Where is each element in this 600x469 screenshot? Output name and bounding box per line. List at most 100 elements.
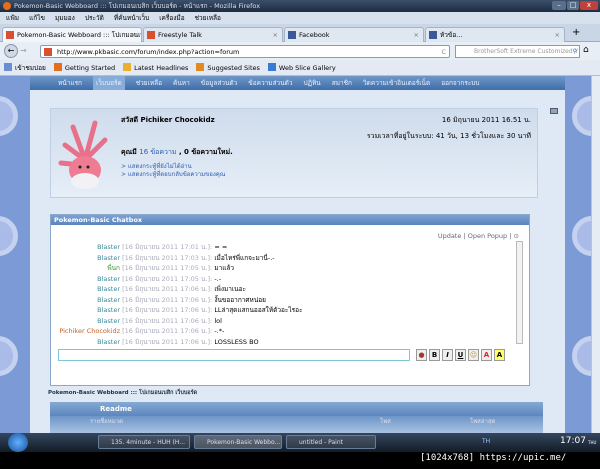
tab-freestyle[interactable]: Freestyle Talk × <box>143 27 283 42</box>
nav-logout[interactable]: ออกจากระบบ <box>441 76 479 90</box>
bookmark-web-slice-gallery[interactable]: Web Slice Gallery <box>268 60 336 75</box>
task-firefox[interactable]: Pokemon-Basic Webbo... <box>194 435 282 449</box>
minimize-button[interactable]: – <box>552 1 566 10</box>
chat-scrollbar[interactable] <box>516 241 523 344</box>
bookmarks-toolbar: เข้าชมบ่อย Getting Started Latest Headli… <box>0 60 600 76</box>
font-color-button[interactable]: A <box>481 349 492 361</box>
separator: | <box>509 232 512 240</box>
settings-icon[interactable]: ⊙ <box>514 232 519 240</box>
home-button[interactable]: ⌂ <box>583 45 589 55</box>
chat-username[interactable]: Blaster <box>55 274 120 284</box>
forum-breadcrumb[interactable]: Pokemon-Basic Webboard ::: โปเกมอนเบสิก … <box>48 389 197 397</box>
readme-section-header: Readme <box>50 402 543 416</box>
search-icon[interactable]: ⚲ <box>573 46 577 58</box>
reload-icon[interactable]: C <box>441 46 446 58</box>
bold-button[interactable]: B <box>429 349 440 361</box>
task-paint[interactable]: untitled - Paint <box>286 435 376 449</box>
welcome-panel: สวัสดี Pichiker Chocokidz 16 มิถุนายน 20… <box>50 108 538 198</box>
chat-message: Pichiker Chocokidz [16 มิถุนายน 2011 17:… <box>55 326 224 336</box>
col-last-post: โพสล่าสุด <box>470 418 496 425</box>
chat-timestamp: [16 มิถุนายน 2011 17:06 น.]: <box>122 337 213 346</box>
facebook-icon <box>288 31 296 39</box>
menu-view[interactable]: มุมมอง <box>55 12 75 24</box>
tab-facebook[interactable]: Facebook × <box>284 27 424 42</box>
highlight-button[interactable]: A <box>494 349 505 361</box>
update-link[interactable]: Update <box>438 232 462 240</box>
taskbar: 135. 4minute - HUH (H... Pokemon-Basic W… <box>0 433 600 452</box>
nav-webboard[interactable]: เว็บบอร์ด <box>93 76 125 90</box>
underline-button[interactable]: U <box>455 349 466 361</box>
nav-connection[interactable]: วิดความเข้าอินเตอร์เน็ต <box>363 76 430 90</box>
facebook-icon <box>429 31 437 39</box>
menu-edit[interactable]: แก้ไข <box>29 12 45 24</box>
nav-profile[interactable]: ข้อมูลส่วนตัว <box>201 76 238 90</box>
menu-history[interactable]: ประวัติ <box>85 12 104 24</box>
menu-bookmarks[interactable]: ที่คั่นหน้าเว็บ <box>114 12 149 24</box>
nav-help[interactable]: ช่วยเหลือ <box>136 76 162 90</box>
bookmark-getting-started[interactable]: Getting Started <box>54 60 115 75</box>
corsola-avatar <box>58 120 108 189</box>
menu-file[interactable]: แฟ้ม <box>6 12 19 24</box>
close-tab-icon[interactable]: × <box>414 28 419 42</box>
pokeball-decoration <box>572 336 591 376</box>
nav-search[interactable]: ค้นหา <box>173 76 190 90</box>
forward-button[interactable]: → <box>20 46 27 55</box>
chat-username[interactable]: Blaster <box>55 284 120 294</box>
page-scrollbar[interactable] <box>591 76 600 433</box>
maximize-button[interactable]: □ <box>567 1 579 10</box>
chat-username[interactable]: พี่นก <box>55 263 120 273</box>
search-box[interactable]: BrotherSoft Extreme Customized Y ⚲ <box>455 45 580 58</box>
chat-username[interactable]: Pichiker Chocokidz <box>55 326 120 336</box>
tab-label: หัวข้อ... <box>440 31 463 39</box>
smiley-menu-icon[interactable]: ● <box>416 349 427 361</box>
chat-text: lol <box>214 316 222 325</box>
message-summary: คุณมี 16 ข้อความ , 0 ข้อความใหม่. <box>121 147 233 158</box>
clock[interactable]: 17:07 <box>560 436 586 446</box>
tab-facebook-2[interactable]: หัวข้อ... × <box>425 27 565 42</box>
chat-text: งั้นขออากาศหน่อย <box>214 295 266 304</box>
msg-prefix: คุณมี <box>121 148 137 156</box>
emoticon-button[interactable]: ☺ <box>468 349 479 361</box>
close-button[interactable]: x <box>580 1 598 10</box>
nav-members[interactable]: สมาชิก <box>332 76 352 90</box>
chat-message: Blaster [16 มิถุนายน 2011 17:06 น.]: lol <box>55 316 222 326</box>
language-indicator[interactable]: TH <box>482 438 490 445</box>
replies-link[interactable]: > แสดงกระทู้ที่ตอบกลับข้อความของคุณ <box>121 169 225 179</box>
online-time: รวมเวลาที่อยู่ในระบบ: 41 วัน, 13 ชั่วโมง… <box>366 132 531 140</box>
pokeball-decoration <box>572 216 591 256</box>
collapse-button[interactable] <box>550 108 558 114</box>
pokeball-decoration <box>0 96 18 136</box>
bookmark-suggested-sites[interactable]: Suggested Sites <box>196 60 260 75</box>
open-popup-link[interactable]: Open Popup <box>468 232 507 240</box>
italic-button[interactable]: I <box>442 349 453 361</box>
chat-input[interactable] <box>58 349 410 361</box>
messages-link[interactable]: 16 ข้อความ <box>139 148 176 156</box>
nav-calendar[interactable]: ปฏิทิน <box>304 76 321 90</box>
start-button[interactable] <box>8 433 28 452</box>
url-bar[interactable]: http://www.pkbasic.com/forum/index.php?a… <box>40 45 450 58</box>
nav-messages[interactable]: ข้อความส่วนตัว <box>248 76 292 90</box>
chat-timestamp: [16 มิถุนายน 2011 17:06 น.]: <box>122 327 213 335</box>
chat-username[interactable]: Blaster <box>55 253 120 263</box>
new-tab-button[interactable]: + <box>572 27 580 38</box>
close-tab-icon[interactable]: × <box>273 28 278 42</box>
chat-username[interactable]: Blaster <box>55 316 120 326</box>
back-button[interactable]: ← <box>4 44 18 58</box>
nav-home[interactable]: หน้าแรก <box>58 76 82 90</box>
close-tab-icon[interactable]: × <box>132 28 137 42</box>
chat-username[interactable]: Blaster <box>55 305 120 315</box>
menu-tools[interactable]: เครื่องมือ <box>159 12 184 24</box>
bookmark-latest-headlines[interactable]: Latest Headlines <box>123 60 188 75</box>
chat-username[interactable]: Blaster <box>55 295 120 305</box>
col-posts: โพส <box>380 418 391 425</box>
chat-timestamp: [16 มิถุนายน 2011 17:06 น.]: <box>122 285 213 293</box>
menu-help[interactable]: ช่วยเหลือ <box>195 12 221 24</box>
site-favicon <box>147 31 155 39</box>
close-tab-icon[interactable]: × <box>555 28 560 42</box>
tab-webboard[interactable]: Pokemon-Basic Webboard ::: โปเกมอนเบ... × <box>2 27 142 42</box>
chat-message: พี่นก [16 มิถุนายน 2011 17:05 น.]: มาแล้… <box>55 263 234 273</box>
task-music[interactable]: 135. 4minute - HUH (H... <box>98 435 190 449</box>
bookmark-most-visited[interactable]: เข้าชมบ่อย <box>4 60 46 75</box>
chat-username[interactable]: Blaster <box>55 337 120 347</box>
chat-username[interactable]: Blaster <box>55 242 120 252</box>
